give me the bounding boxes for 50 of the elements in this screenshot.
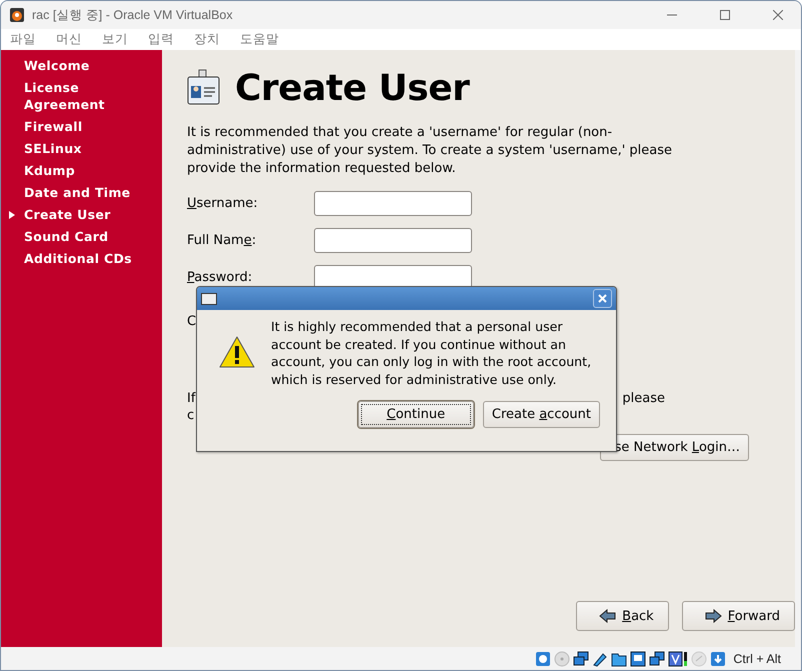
sidebar-item: Additional CDs bbox=[24, 250, 133, 267]
sidebar-item: Firewall bbox=[24, 118, 84, 135]
close-icon bbox=[598, 294, 607, 303]
note-text: please bbox=[622, 390, 665, 407]
close-button[interactable] bbox=[593, 289, 612, 308]
id-badge-icon bbox=[187, 69, 221, 107]
page-title: Create User bbox=[235, 68, 470, 108]
warning-icon bbox=[219, 336, 255, 368]
arrow-left-icon bbox=[599, 609, 616, 623]
host-key-label: Ctrl + Alt bbox=[733, 652, 781, 666]
note-text: If bbox=[187, 390, 196, 407]
create-account-button[interactable]: Create account bbox=[482, 401, 600, 428]
menu-item[interactable]: 장치 bbox=[194, 31, 220, 48]
sidebar-item: Kdump bbox=[24, 162, 76, 179]
optical-disc-icon bbox=[554, 650, 570, 666]
sidebar-item: License Agreement bbox=[24, 79, 106, 113]
input-field[interactable] bbox=[314, 228, 472, 252]
chip-icon bbox=[668, 650, 688, 666]
menu-item[interactable]: 머신 bbox=[56, 31, 82, 48]
sidebar-item: Welcome bbox=[24, 57, 91, 74]
continue-button[interactable]: Continue bbox=[358, 401, 474, 428]
app-icon bbox=[9, 7, 25, 23]
input-field[interactable] bbox=[314, 190, 472, 216]
menu-item[interactable]: 파일 bbox=[10, 31, 36, 48]
menu-item[interactable]: 입력 bbox=[148, 31, 174, 48]
windows-icon bbox=[649, 650, 666, 666]
maximize-icon[interactable] bbox=[720, 10, 730, 20]
intro-text: It is recommended that you create a 'username' for regular (non-administrative) use of your system. To create a system 'username,' please provide the information requested below. bbox=[187, 124, 672, 178]
field-label: C bbox=[187, 313, 196, 330]
sidebar-item: Sound Card bbox=[24, 228, 110, 245]
window-icon bbox=[201, 292, 217, 304]
field-label: Username: bbox=[187, 196, 259, 210]
forward-button[interactable]: Forward bbox=[682, 601, 795, 631]
field-label: Full Name: bbox=[187, 232, 258, 248]
back-button[interactable]: Back bbox=[576, 601, 669, 631]
sidebar-item: Date and Time bbox=[24, 184, 132, 201]
download-icon bbox=[710, 650, 726, 666]
window-title: rac [실행 중] - Oracle VM VirtualBox bbox=[32, 6, 234, 24]
note-text: c bbox=[187, 407, 194, 424]
dialog-message: It is highly recommended that a personal user account be created. If you continue without an account, you can only log in with the root account, which is reserved for administrative use only. bbox=[271, 318, 592, 388]
arrow-right-icon bbox=[704, 609, 722, 623]
close-icon[interactable] bbox=[773, 10, 783, 20]
sidebar-item: SELinux bbox=[24, 140, 83, 157]
menu-item[interactable]: 도움말 bbox=[240, 31, 279, 48]
display-icon bbox=[630, 650, 646, 666]
folder-icon bbox=[611, 650, 628, 666]
field-label: Password: bbox=[187, 270, 254, 284]
sidebar-item: Create User bbox=[24, 206, 112, 223]
network-icon bbox=[573, 650, 590, 666]
menu-item[interactable]: 보기 bbox=[102, 31, 128, 48]
